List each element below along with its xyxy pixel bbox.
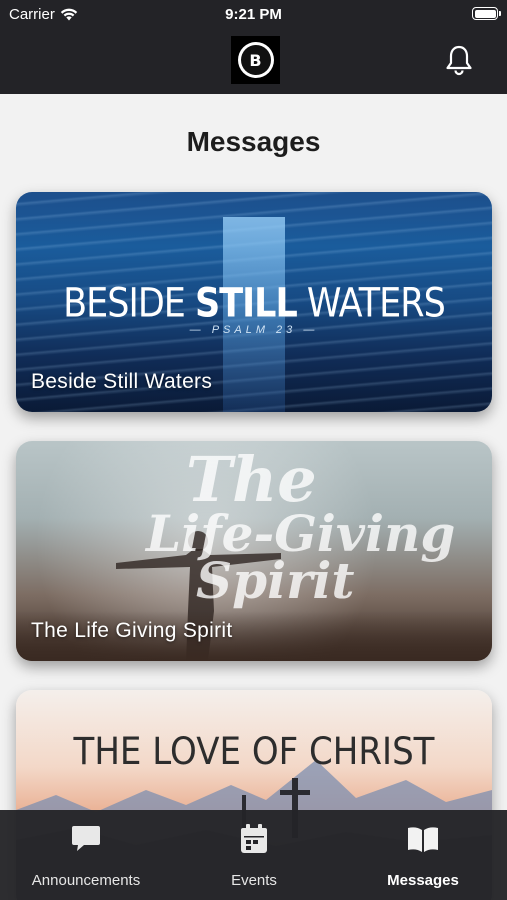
battery-icon <box>472 7 501 20</box>
chat-bubble-icon <box>72 826 100 851</box>
tab-announcements[interactable]: Announcements <box>16 810 156 900</box>
book-icon <box>408 827 438 852</box>
calendar-icon <box>241 824 267 853</box>
tab-bar: Announcements Events Messages <box>0 810 507 900</box>
tab-label: Events <box>231 872 277 889</box>
message-title: Beside Still Waters <box>31 370 213 393</box>
header-bar: Carrier 9:21 PM B <box>0 0 507 94</box>
status-time: 9:21 PM <box>225 6 282 23</box>
page-title: Messages <box>186 126 321 157</box>
tab-messages[interactable]: Messages <box>370 810 476 900</box>
message-title: The Life Giving Spirit <box>31 619 233 642</box>
message-card-beside-still-waters[interactable]: BESIDE STILL WATERS — PSALM 23 — Beside … <box>16 192 492 412</box>
church-logo[interactable]: B <box>231 36 280 84</box>
tab-label: Announcements <box>31 872 141 889</box>
message-card-life-giving-spirit[interactable]: The Life-Giving Spirit The Life Giving S… <box>16 441 492 661</box>
status-bar: Carrier 9:21 PM <box>0 0 507 28</box>
logo-letter: B <box>240 45 271 75</box>
tab-events[interactable]: Events <box>195 810 313 900</box>
tab-label: Messages <box>387 872 459 889</box>
card-art-title: THE LOVE OF CHRIST <box>73 730 435 773</box>
card-art-subtitle: — PSALM 23 — <box>189 324 319 336</box>
card-art-title: The Life-Giving Spirit <box>146 443 456 611</box>
bell-icon[interactable] <box>444 44 474 76</box>
card-art-title: BESIDE STILL WATERS <box>63 281 446 327</box>
